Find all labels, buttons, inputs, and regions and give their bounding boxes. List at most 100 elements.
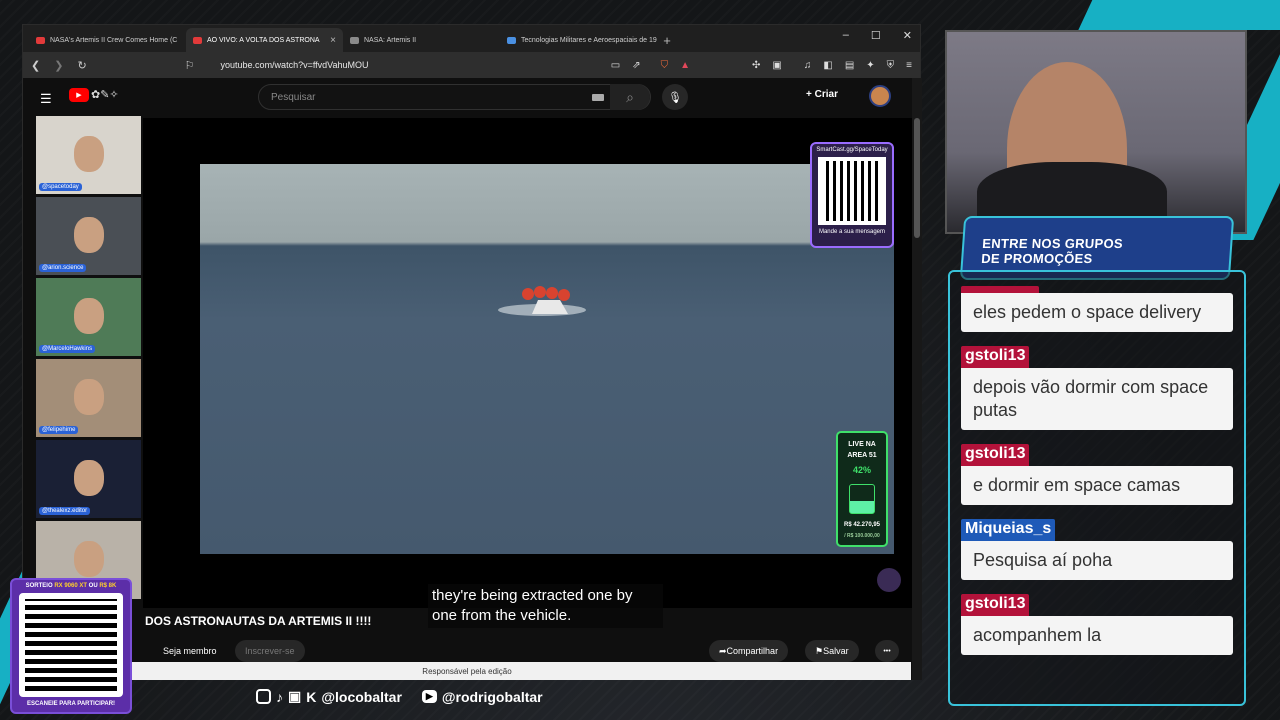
search-box: Pesquisar ⌕: [258, 84, 651, 110]
maximize-button[interactable]: ☐: [871, 29, 881, 42]
browser-window: NASA's Artemis II Crew Comes Home (C AO …: [22, 24, 922, 680]
search-button[interactable]: ⌕: [610, 84, 650, 110]
social-group-2: ▶ @rodrigobaltar: [421, 688, 543, 705]
extensions-icon[interactable]: ✣: [752, 60, 760, 71]
create-button[interactable]: + Criar: [806, 89, 838, 100]
giveaway-panel: SORTEIO RX 9060 XT OU R$ 8K ESCANEIE PAR…: [10, 578, 132, 714]
participant-cam: @felipehime: [36, 359, 141, 437]
close-tab-icon[interactable]: ×: [330, 35, 336, 46]
scrollbar[interactable]: [912, 78, 922, 680]
qr-title: SmartCast.gg/SpaceToday: [816, 147, 888, 153]
more-button[interactable]: •••: [875, 640, 899, 662]
hamburger-menu-icon[interactable]: ☰: [40, 91, 52, 107]
tab-3[interactable]: Tecnologias Militares e Aeroespaciais de…: [500, 28, 657, 52]
minimize-button[interactable]: –: [843, 29, 849, 42]
keyboard-icon[interactable]: [592, 94, 604, 101]
live-goal: / R$ 100.000,00: [844, 533, 880, 539]
live-percent: 42%: [852, 465, 871, 475]
tab-title: NASA: Artemis II: [364, 36, 417, 44]
menu-icon[interactable]: ≡: [906, 60, 912, 71]
chat-messages: eles pedem o space delivery gstoli13 depoi…: [961, 286, 1233, 669]
back-icon[interactable]: ❮: [31, 59, 40, 72]
share-button[interactable]: ➦ Compartilhar: [709, 640, 789, 662]
participant-face: [74, 541, 104, 577]
editor-footer: Responsável pela edição: [23, 662, 911, 680]
save-button[interactable]: ⚑ Salvar: [805, 640, 859, 662]
search-input[interactable]: Pesquisar: [271, 92, 315, 103]
giveaway-title-or: OU: [87, 583, 100, 589]
participant-handle: @spacetoday: [39, 183, 82, 191]
forward-icon[interactable]: ❯: [54, 59, 63, 72]
smartcast-qr-panel: SmartCast.gg/SpaceToday Mande a sua mens…: [810, 142, 894, 248]
tab-2[interactable]: NASA: Artemis II: [343, 28, 500, 52]
social-handle-2: @rodrigobaltar: [441, 688, 543, 705]
giveaway-title: SORTEIO RX 9060 XT OU R$ 8K: [12, 583, 130, 589]
giveaway-caption: ESCANEIE PARA PARTICIPAR!: [26, 701, 116, 707]
music-icon[interactable]: ♫: [804, 60, 812, 71]
twitch-icon: ▣: [288, 688, 302, 704]
doodle-icon: ✿✎✧: [91, 89, 119, 101]
save-label: Salvar: [823, 646, 849, 656]
video-frame: they're being extracted one by one from …: [200, 164, 894, 628]
live-title: LIVE NA: [848, 441, 876, 448]
save-bookmark-icon: ⚑: [815, 645, 824, 656]
social-handle-1: @locobaltar: [321, 688, 402, 705]
giveaway-title-a: SORTEIO: [25, 583, 55, 589]
leo-icon[interactable]: ✦: [866, 60, 874, 71]
participant-handle: @arion.science: [39, 264, 87, 272]
instagram-icon: [256, 689, 271, 704]
giveaway-prize: RX 9060 XT: [54, 583, 87, 589]
channel-watermark-icon[interactable]: [877, 568, 901, 592]
new-tab-button[interactable]: +: [657, 28, 677, 52]
url-field[interactable]: youtube.com/watch?v=ffvdVahuMOU: [221, 60, 597, 70]
chat-username: Miqueias_s: [961, 519, 1056, 541]
chat-username: gstoli13: [961, 346, 1030, 368]
chat-username: gstoli13: [961, 444, 1030, 466]
mic-icon[interactable]: 🎙: [662, 84, 688, 110]
participant-face: [74, 217, 104, 253]
tab-1[interactable]: AO VIVO: A VOLTA DOS ASTRONA ×: [186, 28, 343, 52]
participant-handle: @MarceloHawkins: [39, 345, 96, 353]
live-amount: R$ 42.270,95: [843, 522, 881, 528]
participant-cam: @spacetoday: [36, 116, 141, 194]
streamer-webcam: [945, 30, 1247, 236]
subscribe-button[interactable]: Inscrever-se: [235, 640, 305, 662]
member-button[interactable]: Seja membro: [153, 640, 227, 662]
reload-icon[interactable]: ↻: [77, 59, 86, 72]
vpn-icon[interactable]: ⛨: [887, 60, 895, 71]
rewards-icon[interactable]: ▲: [680, 60, 690, 71]
qr-caption: Mande a sua mensagem: [818, 229, 886, 235]
live-goal-widget: LIVE NA AREA 51 42% R$ 42.270,95 / R$ 10…: [836, 431, 888, 547]
social-group-1: ♪ ▣ K @locobaltar: [256, 688, 402, 705]
window-controls: – ☐ ✕: [843, 29, 912, 42]
chat-text: acompanhem la: [961, 616, 1233, 655]
tab-favicon-icon: [36, 36, 45, 44]
promo-line-1: ENTRE NOS GRUPOS: [981, 236, 1124, 251]
cast-icon[interactable]: ▭: [611, 60, 620, 71]
close-window-button[interactable]: ✕: [903, 29, 912, 42]
scrollbar-thumb[interactable]: [914, 118, 920, 238]
youtube-logo-icon[interactable]: ▶: [69, 88, 89, 102]
video-player[interactable]: they're being extracted one by one from …: [143, 118, 914, 628]
caption-subtitle: they're being extracted one by one from …: [428, 584, 663, 628]
chat-text: e dormir em space camas: [961, 466, 1233, 505]
decor-splash: [1078, 0, 1280, 30]
social-bar: ♪ ▣ K @locobaltar ▶ @rodrigobaltar: [256, 688, 543, 705]
tab-bar: NASA's Artemis II Crew Comes Home (C AO …: [23, 25, 920, 52]
bookmark-icon[interactable]: ⚐: [185, 59, 195, 72]
tab-0[interactable]: NASA's Artemis II Crew Comes Home (C: [29, 28, 186, 52]
avatar[interactable]: [869, 85, 891, 107]
chat-text: Pesquisa aí poha: [961, 541, 1233, 580]
participant-cam: @thealexz.editor: [36, 440, 141, 518]
video-title: DOS ASTRONAUTAS DA ARTEMIS II !!!!: [145, 614, 372, 628]
brave-shield-icon[interactable]: ⛉: [661, 60, 669, 71]
wallet-icon[interactable]: ▤: [845, 60, 854, 71]
reader-icon[interactable]: ▣: [772, 60, 781, 71]
plus-icon: +: [806, 89, 815, 100]
chat-username: gstoli13: [961, 594, 1030, 616]
tiktok-icon: ♪: [276, 688, 283, 705]
participant-handle: @felipehime: [39, 426, 79, 434]
participant-cam: @arion.science: [36, 197, 141, 275]
share-icon[interactable]: ⇗: [632, 60, 640, 71]
sidebar-icon[interactable]: ◧: [823, 60, 832, 71]
